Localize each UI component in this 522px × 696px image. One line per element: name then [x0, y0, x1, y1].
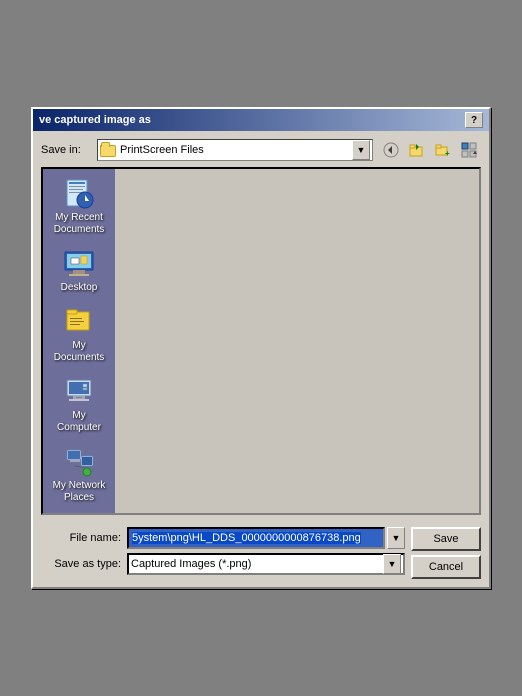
up-folder-icon	[409, 142, 425, 158]
save-in-combo[interactable]: PrintScreen Files ▼	[97, 139, 373, 161]
file-area	[115, 169, 479, 513]
save-in-row: Save in: PrintScreen Files ▼	[41, 139, 481, 161]
bottom-with-buttons: File name: ▼ Save as type: Captured Imag…	[33, 523, 489, 587]
sidebar-item-computer[interactable]: My Computer	[45, 371, 113, 439]
title-bar-controls: ?	[465, 112, 483, 128]
savetype-row: Save as type: Captured Images (*.png) ▼	[41, 553, 405, 575]
filename-row: File name: ▼	[41, 527, 405, 549]
svg-text:+: +	[445, 149, 450, 158]
dialog-body: Save in: PrintScreen Files ▼	[33, 131, 489, 523]
title-bar-text: ve captured image as	[39, 114, 151, 126]
sidebar-recent-label: My RecentDocuments	[54, 212, 105, 236]
filename-input-wrapper: ▼	[127, 527, 405, 549]
folder-icon	[100, 145, 116, 157]
save-in-dropdown-arrow[interactable]: ▼	[352, 140, 370, 160]
recent-documents-icon	[63, 178, 95, 210]
network-places-icon	[63, 446, 95, 478]
views-button[interactable]	[457, 139, 481, 161]
title-bar: ve captured image as ?	[33, 109, 489, 131]
sidebar-item-desktop[interactable]: Desktop	[45, 243, 113, 299]
new-folder-icon: +	[435, 142, 451, 158]
toolbar-buttons: +	[379, 139, 481, 161]
main-area: My RecentDocuments Desktop	[41, 167, 481, 515]
sidebar-computer-label: My Computer	[50, 410, 108, 434]
sidebar-documents-label: My Documents	[50, 340, 108, 364]
savetype-dropdown-arrow[interactable]: ▼	[383, 554, 401, 574]
filename-input[interactable]	[127, 527, 385, 549]
help-button[interactable]: ?	[465, 112, 483, 128]
action-buttons: Save Cancel	[411, 527, 481, 579]
savetype-label: Save as type:	[41, 558, 121, 570]
savetype-value: Captured Images (*.png)	[131, 558, 383, 570]
desktop-icon	[63, 248, 95, 280]
up-folder-button[interactable]	[405, 139, 429, 161]
new-folder-button[interactable]: +	[431, 139, 455, 161]
views-icon	[461, 142, 477, 158]
save-button[interactable]: Save	[411, 527, 481, 551]
sidebar-desktop-label: Desktop	[61, 282, 98, 294]
fields-section: File name: ▼ Save as type: Captured Imag…	[41, 527, 405, 579]
sidebar-network-label: My Network Places	[50, 480, 108, 504]
my-computer-icon	[63, 376, 95, 408]
filename-label: File name:	[41, 532, 121, 544]
save-in-value: PrintScreen Files	[120, 144, 348, 156]
sidebar-item-network[interactable]: My Network Places	[45, 441, 113, 509]
sidebar-item-documents[interactable]: My Documents	[45, 301, 113, 369]
back-button[interactable]	[379, 139, 403, 161]
back-icon	[383, 142, 399, 158]
my-documents-icon	[63, 306, 95, 338]
savetype-combo[interactable]: Captured Images (*.png) ▼	[127, 553, 405, 575]
sidebar-item-recent[interactable]: My RecentDocuments	[45, 173, 113, 241]
filename-dropdown-arrow[interactable]: ▼	[387, 527, 405, 549]
dialog-window: ve captured image as ? Save in: PrintScr…	[31, 107, 491, 589]
sidebar: My RecentDocuments Desktop	[43, 169, 115, 513]
save-in-label: Save in:	[41, 144, 91, 156]
dialog-title: ve captured image as	[39, 114, 151, 126]
cancel-button[interactable]: Cancel	[411, 555, 481, 579]
